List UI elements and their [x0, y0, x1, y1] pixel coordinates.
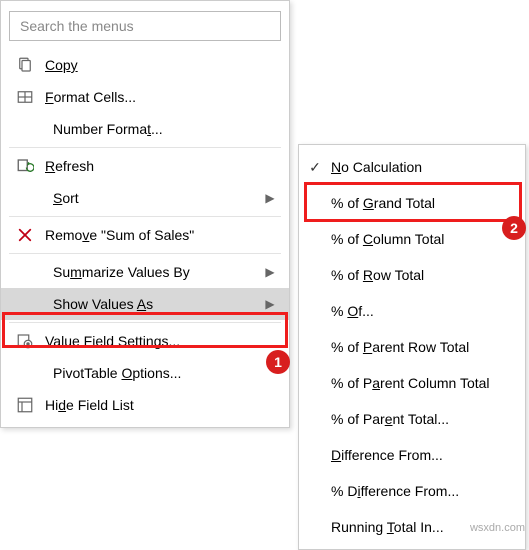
menu-pivottable-options[interactable]: PivotTable Options... — [1, 357, 289, 389]
annotation-badge-2: 2 — [502, 216, 526, 240]
separator — [9, 216, 281, 217]
submenu-difference-from[interactable]: Difference From... — [299, 437, 525, 473]
submenu-parent-row[interactable]: % of Parent Row Total — [299, 329, 525, 365]
chevron-right-icon: ▶ — [261, 297, 279, 311]
copy-icon — [11, 56, 39, 74]
menu-show-values-as[interactable]: Show Values As ▶ — [1, 288, 289, 320]
menu-label: Show Values As — [47, 296, 261, 312]
menu-format-cells[interactable]: Format Cells... — [1, 81, 289, 113]
submenu-pct-difference-from[interactable]: % Difference From... — [299, 473, 525, 509]
field-list-icon — [11, 396, 39, 414]
menu-copy[interactable]: Copy — [1, 49, 289, 81]
menu-summarize-values-by[interactable]: Summarize Values By ▶ — [1, 256, 289, 288]
chevron-right-icon: ▶ — [261, 191, 279, 205]
submenu-label: % of Parent Total... — [329, 411, 519, 427]
menu-refresh[interactable]: Refresh — [1, 150, 289, 182]
submenu-label: % of Column Total — [329, 231, 519, 247]
menu-label: Refresh — [39, 158, 279, 174]
submenu-grand-total[interactable]: % of Grand Total — [299, 185, 525, 221]
search-input[interactable]: Search the menus — [9, 11, 281, 41]
remove-icon — [11, 226, 39, 244]
menu-label: Copy — [39, 57, 279, 73]
separator — [9, 253, 281, 254]
refresh-icon — [11, 157, 39, 175]
menu-label: PivotTable Options... — [47, 365, 279, 381]
menu-label: Sort — [47, 190, 261, 206]
show-values-as-submenu: ✓ No Calculation % of Grand Total % of C… — [298, 144, 526, 550]
format-cells-icon — [11, 88, 39, 106]
submenu-label: % Of... — [329, 303, 519, 319]
submenu-label: Difference From... — [329, 447, 519, 463]
menu-label: Format Cells... — [39, 89, 279, 105]
menu-value-field-settings[interactable]: Value Field Settings... — [1, 325, 289, 357]
submenu-row-total[interactable]: % of Row Total — [299, 257, 525, 293]
submenu-label: % of Parent Column Total — [329, 375, 519, 391]
menu-label: Hide Field List — [39, 397, 279, 413]
submenu-label: % of Grand Total — [329, 195, 519, 211]
submenu-label: % of Parent Row Total — [329, 339, 519, 355]
chevron-right-icon: ▶ — [261, 265, 279, 279]
submenu-label: No Calculation — [329, 159, 519, 175]
submenu-label: % Difference From... — [329, 483, 519, 499]
menu-label: Summarize Values By — [47, 264, 261, 280]
separator — [9, 322, 281, 323]
submenu-parent-total[interactable]: % of Parent Total... — [299, 401, 525, 437]
submenu-of[interactable]: % Of... — [299, 293, 525, 329]
context-menu: Search the menus Copy Format Cells... Nu… — [0, 0, 290, 428]
check-icon: ✓ — [301, 159, 329, 176]
submenu-parent-column[interactable]: % of Parent Column Total — [299, 365, 525, 401]
menu-label: Value Field Settings... — [39, 333, 279, 349]
menu-number-format[interactable]: Number Format... — [1, 113, 289, 145]
watermark: wsxdn.com — [470, 522, 525, 534]
submenu-column-total[interactable]: % of Column Total — [299, 221, 525, 257]
menu-hide-field-list[interactable]: Hide Field List — [1, 389, 289, 421]
separator — [9, 147, 281, 148]
annotation-badge-1: 1 — [266, 350, 290, 374]
menu-sort[interactable]: Sort ▶ — [1, 182, 289, 214]
settings-icon — [11, 332, 39, 350]
menu-label: Number Format... — [47, 121, 279, 137]
submenu-no-calculation[interactable]: ✓ No Calculation — [299, 149, 525, 185]
menu-label: Remove "Sum of Sales" — [39, 227, 279, 243]
submenu-label: % of Row Total — [329, 267, 519, 283]
menu-remove[interactable]: Remove "Sum of Sales" — [1, 219, 289, 251]
